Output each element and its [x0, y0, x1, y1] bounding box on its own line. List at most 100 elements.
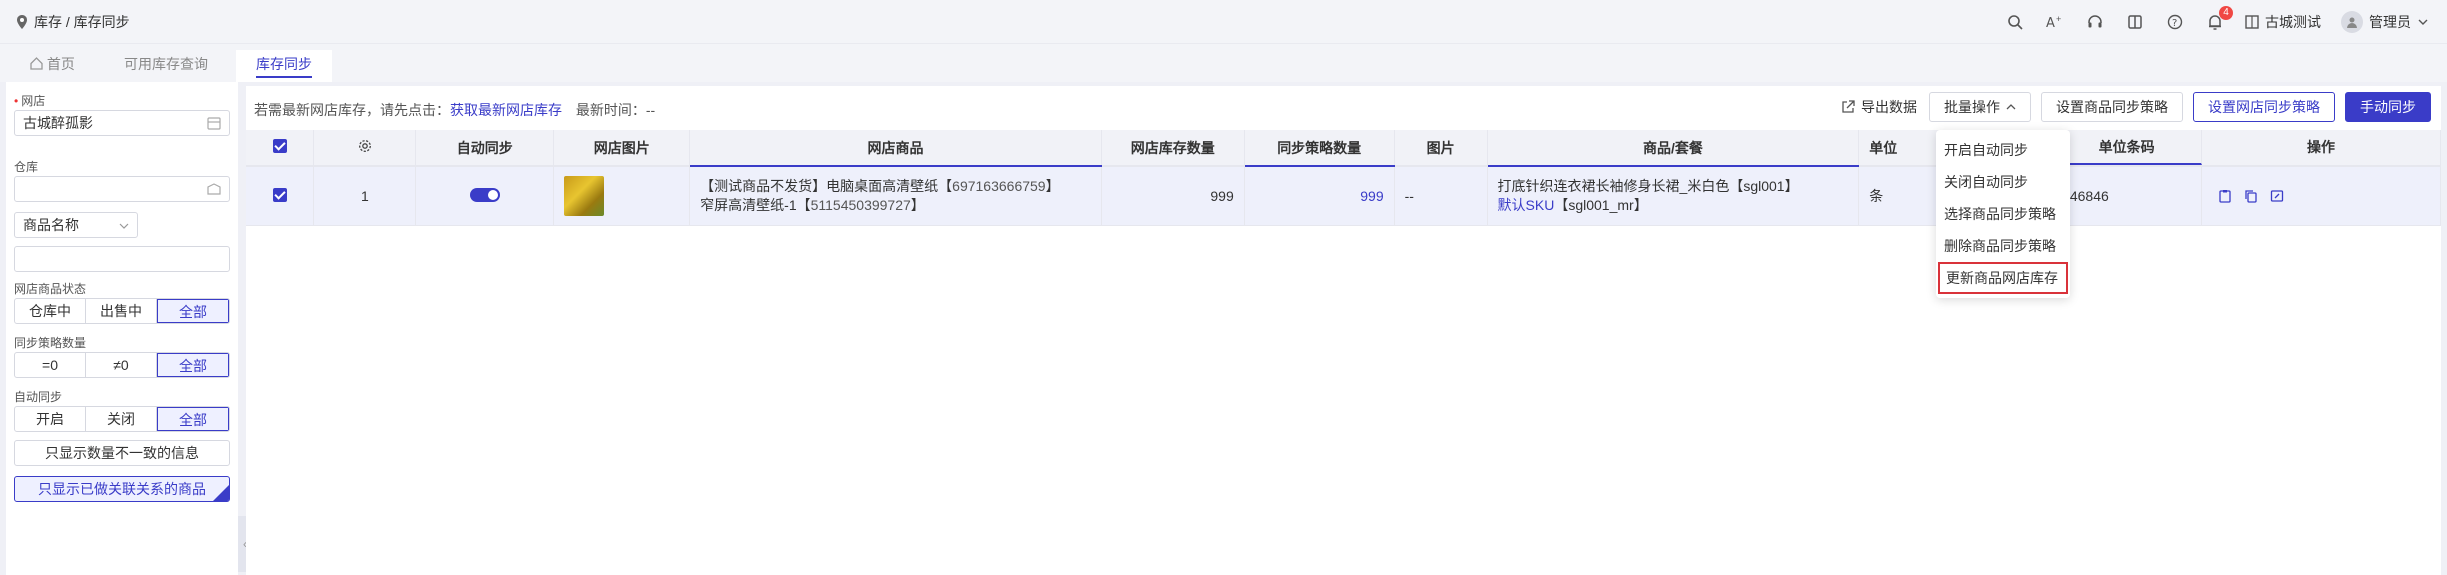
notification-badge: 4: [2219, 6, 2233, 20]
policy-option-zero[interactable]: =0: [15, 353, 86, 377]
shop-image-cell: [553, 166, 691, 226]
image-cell: --: [1394, 166, 1488, 226]
only-linked-label: 只显示已做关联关系的商品: [38, 481, 206, 497]
chevron-down-icon: [119, 223, 129, 229]
set-shop-policy-button[interactable]: 设置网店同步策略: [2193, 92, 2335, 122]
product-thumbnail[interactable]: [564, 176, 605, 216]
batch-operations-button[interactable]: 批量操作: [1929, 92, 2031, 122]
select-all-header[interactable]: [246, 130, 315, 167]
goods-sku-link[interactable]: 默认SKU: [1498, 197, 1555, 213]
header-shop-image: 网店图片: [553, 130, 691, 167]
goods-title: 打底针织连衣裙长袖修身长裙_米白色【sgl001】: [1497, 178, 1799, 194]
shop-product-cell: 【测试商品不发货】电脑桌面高清壁纸【697163666759】 窄屏高清壁纸-1…: [689, 166, 1102, 226]
home-icon: [30, 57, 43, 70]
auto-sync-option-all[interactable]: 全部: [157, 407, 229, 431]
fetch-latest-stock-link[interactable]: 获取最新网店库存: [450, 102, 562, 118]
header-auto-sync: 自动同步: [415, 130, 555, 167]
svg-text:?: ?: [2172, 18, 2177, 29]
shop-filter-label: • 网店: [14, 94, 46, 108]
policy-filter-label: 同步策略数量: [14, 336, 87, 350]
menu-item-enable-auto-sync[interactable]: 开启自动同步: [1936, 134, 2070, 166]
status-option-in-warehouse[interactable]: 仓库中: [15, 299, 86, 323]
calendar-icon: [207, 117, 221, 130]
header-goods: 商品/套餐: [1487, 130, 1860, 167]
tab-bar: 首页 可用库存查询 库存同步: [0, 44, 2447, 82]
export-button[interactable]: 导出数据: [1841, 97, 1917, 117]
auto-sync-switch[interactable]: [469, 187, 500, 202]
product-field-select[interactable]: 商品名称: [14, 212, 138, 238]
shop-stock-cell: 999: [1101, 166, 1245, 226]
goods-cell: 打底针织连衣裙长袖修身长裙_米白色【sgl001】 默认SKU【sgl001_m…: [1487, 166, 1860, 226]
book-icon[interactable]: [2125, 12, 2145, 32]
clipboard-icon[interactable]: [2218, 189, 2232, 203]
menu-item-choose-policy[interactable]: 选择商品同步策略: [1936, 198, 2070, 230]
menu-item-delete-policy[interactable]: 删除商品同步策略: [1936, 230, 2070, 262]
gear-icon[interactable]: [358, 139, 372, 153]
breadcrumb: 库存 / 库存同步: [16, 12, 130, 32]
user-name: 管理员: [2369, 14, 2411, 30]
shop-product-title-1: 【测试商品不发货】电脑桌面高清壁纸【: [700, 178, 953, 194]
product-search-input[interactable]: [14, 246, 230, 272]
tab-available-stock-label: 可用库存查询: [124, 56, 208, 72]
tab-stock-sync-label: 库存同步: [256, 56, 312, 78]
menu-item-disable-auto-sync[interactable]: 关闭自动同步: [1936, 166, 2070, 198]
warehouse-filter-label: 仓库: [14, 160, 39, 174]
shop-product-bracket-2: 】: [910, 197, 925, 213]
goods-sku-code: 【sgl001_mr】: [1554, 197, 1648, 213]
copy-icon[interactable]: [2244, 189, 2258, 203]
search-icon[interactable]: [2005, 12, 2025, 32]
shop-product-id-2: 5115450399727: [810, 197, 911, 213]
tab-home[interactable]: 首页: [10, 50, 95, 82]
status-option-on-sale[interactable]: 出售中: [86, 299, 157, 323]
chevron-up-icon: [2006, 104, 2016, 110]
ai-icon[interactable]: A +: [2045, 12, 2065, 32]
stock-sync-table: 自动同步 网店图片 网店商品 网店库存数量 同步策略数量 图片 商品/套餐 单位…: [246, 130, 2441, 226]
user-menu[interactable]: 管理员: [2341, 11, 2429, 33]
product-field-select-value: 商品名称: [23, 217, 79, 233]
top-bar: 库存 / 库存同步 A + ? 4 古城测试 管理员: [0, 0, 2447, 44]
bell-icon[interactable]: 4: [2205, 6, 2233, 32]
warehouse-icon: [207, 183, 221, 195]
auto-sync-option-off[interactable]: 关闭: [86, 407, 157, 431]
table-header-row: 自动同步 网店图片 网店商品 网店库存数量 同步策略数量 图片 商品/套餐 单位…: [246, 130, 2441, 167]
row-select-cell[interactable]: [246, 166, 315, 226]
select-all-checkbox[interactable]: [272, 139, 287, 153]
tab-stock-sync[interactable]: 库存同步: [236, 50, 332, 82]
headset-icon[interactable]: [2085, 12, 2105, 32]
only-linked-toggle[interactable]: 只显示已做关联关系的商品: [14, 476, 230, 502]
export-icon: [1842, 100, 1855, 113]
auto-sync-option-on[interactable]: 开启: [15, 407, 86, 431]
manual-sync-button[interactable]: 手动同步: [2345, 92, 2431, 122]
policy-option-all[interactable]: 全部: [157, 353, 229, 377]
shop-product-bracket-1: 】: [1045, 178, 1060, 194]
policy-qty-cell[interactable]: 999: [1244, 166, 1395, 226]
only-diff-toggle[interactable]: 只显示数量不一致的信息: [14, 440, 230, 466]
table-row[interactable]: 1 【测试商品不发货】电脑桌面高清壁纸【697163666759】 窄屏高清壁纸…: [246, 166, 2441, 226]
avatar: [2341, 11, 2363, 33]
auto-sync-cell: [415, 166, 555, 226]
shop-switcher[interactable]: 古城测试: [2245, 12, 2321, 32]
svg-text:A: A: [2046, 16, 2055, 30]
row-checkbox[interactable]: [272, 187, 287, 202]
shop-name-label: 古城测试: [2265, 14, 2321, 30]
shop-select-value: 古城醉孤影: [23, 115, 93, 131]
header-shop-stock: 网店库存数量: [1101, 130, 1245, 167]
header-policy-qty: 同步策略数量: [1244, 130, 1395, 167]
selected-corner-mark: [213, 485, 229, 501]
set-product-policy-button[interactable]: 设置商品同步策略: [2041, 92, 2183, 122]
header-image: 图片: [1394, 130, 1488, 167]
menu-item-update-shop-stock[interactable]: 更新商品网店库存: [1938, 262, 2068, 294]
header-shop-product: 网店商品: [689, 130, 1102, 167]
breadcrumb-text: 库存 / 库存同步: [34, 14, 130, 30]
tab-available-stock[interactable]: 可用库存查询: [104, 50, 228, 82]
barcode-cell: 346846: [2052, 167, 2203, 225]
column-settings-header[interactable]: [313, 130, 417, 167]
location-pin-icon: [17, 15, 27, 29]
warehouse-select[interactable]: [14, 176, 230, 202]
status-option-all[interactable]: 全部: [157, 299, 229, 323]
edit-icon[interactable]: [2270, 189, 2284, 203]
shop-select[interactable]: 古城醉孤影: [14, 110, 230, 136]
batch-operations-label: 批量操作: [1944, 99, 2000, 115]
policy-option-nonzero[interactable]: ≠0: [86, 353, 157, 377]
help-icon[interactable]: ?: [2165, 12, 2185, 32]
